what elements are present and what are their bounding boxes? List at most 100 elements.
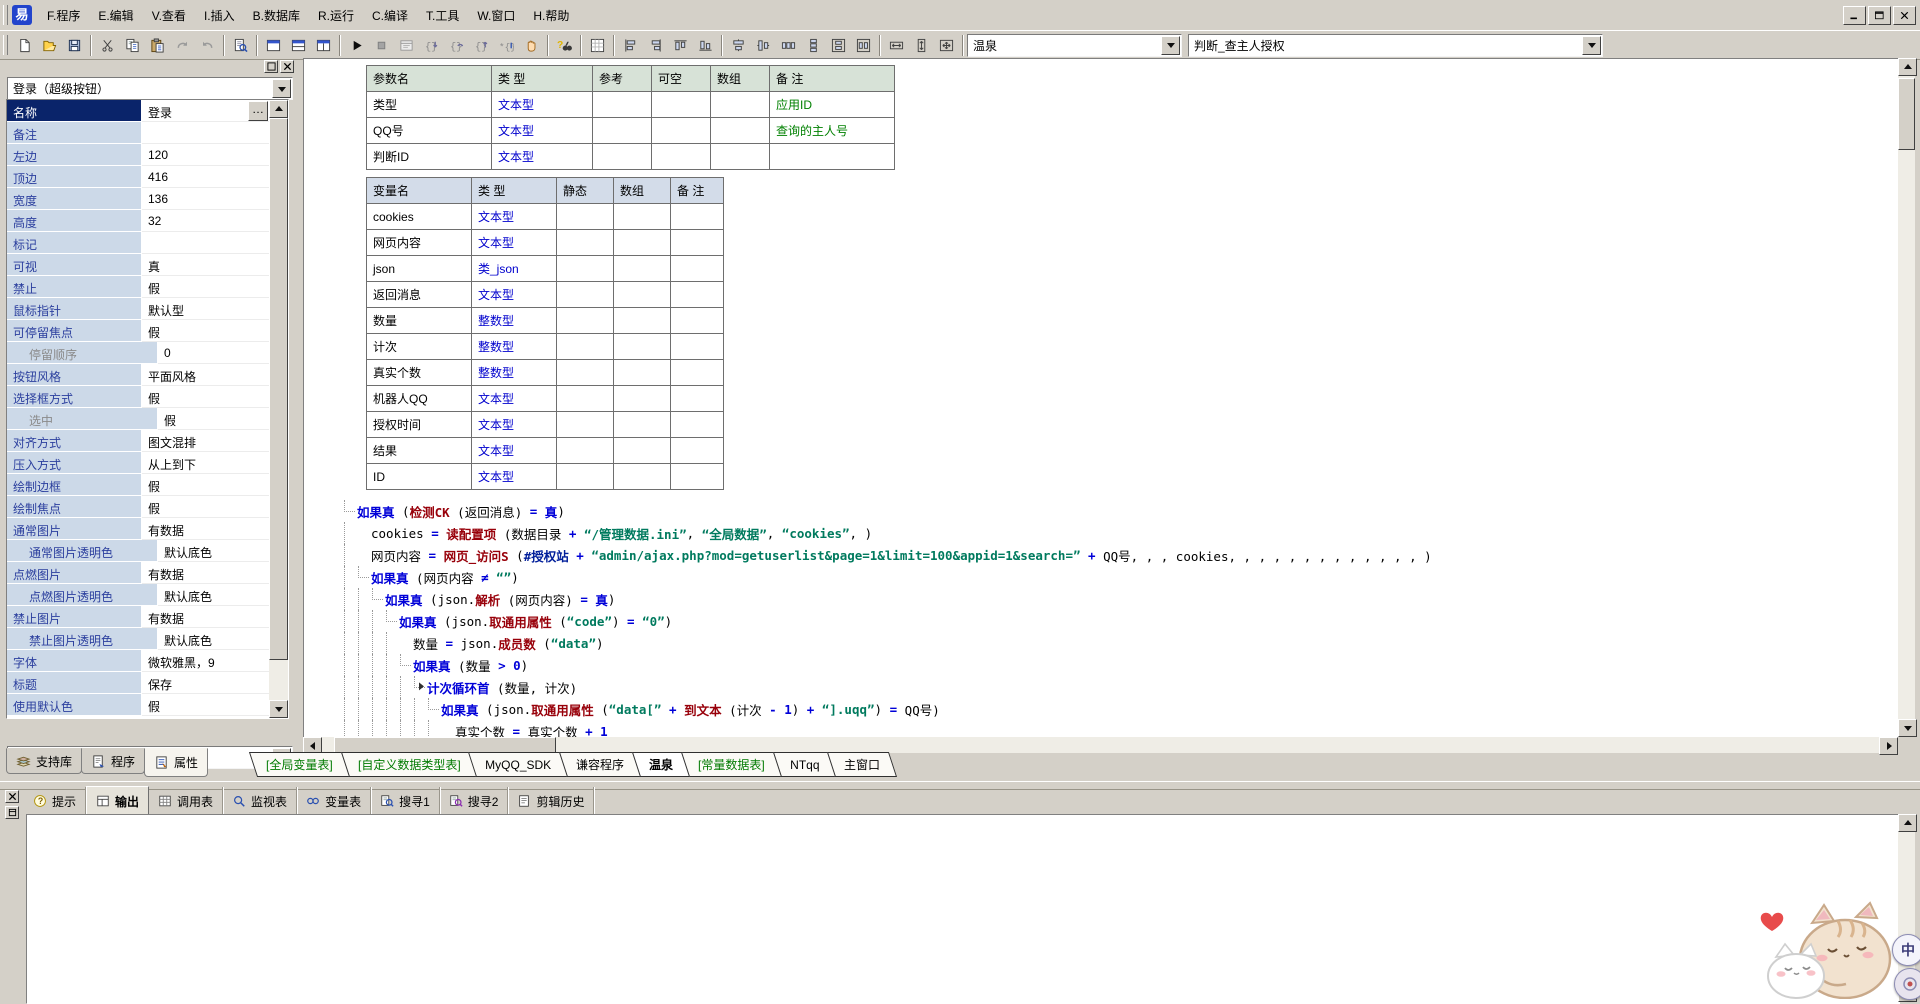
toolbar-grip[interactable] [3,35,8,55]
ime-status-badge[interactable] [1894,968,1920,1000]
table-row[interactable]: 机器人QQ文本型 [367,386,724,412]
table-cell[interactable]: 文本型 [492,118,593,144]
table-cell[interactable]: 计次 [367,334,472,360]
parameter-table[interactable]: 参数名类 型参考可空数组备 注类型文本型应用IDQQ号文本型查询的主人号判断ID… [366,65,895,170]
table-cell[interactable]: 类型 [367,92,492,118]
property-row[interactable]: 通常图片透明色默认底色 [7,540,269,562]
dock-pin-button[interactable] [5,806,19,819]
win-layout-top-button[interactable] [261,34,286,57]
property-row[interactable]: 可停留焦点假 [7,320,269,342]
open-file-button[interactable] [37,34,62,57]
property-value[interactable]: 微软雅黑，9 [142,650,269,672]
property-grid-scrollbar[interactable] [269,100,288,718]
menu-item-5[interactable]: R.运行 [309,3,363,28]
editor-vertical-scrollbar[interactable] [1898,58,1915,737]
scroll-up-button[interactable] [1898,814,1917,832]
variable-table[interactable]: 变量名类 型静态数组备 注cookies文本型网页内容文本型json类_json… [366,177,724,490]
property-value[interactable]: 假 [142,474,269,496]
combo-dropdown-arrow-icon[interactable] [1582,36,1601,55]
menubar-grip[interactable] [3,5,8,25]
menu-item-8[interactable]: W.窗口 [468,3,524,28]
table-cell[interactable] [557,256,614,282]
output-tab-输出[interactable]: 输出 [86,786,149,816]
scroll-thumb[interactable] [334,737,556,753]
table-row[interactable]: cookies文本型 [367,204,724,230]
table-cell[interactable] [711,92,770,118]
win-layout-horizontal-button[interactable] [286,34,311,57]
code-line[interactable]: 网页内容 = 网页_访问S (#授权站 + “admin/ajax.php?mo… [344,544,1899,566]
table-row[interactable]: 计次整数型 [367,334,724,360]
maximize-button[interactable] [1868,6,1891,25]
table-cell[interactable] [557,438,614,464]
property-value[interactable]: 图文混排 [142,430,269,452]
output-tab-变量表[interactable]: 变量表 [297,787,371,815]
property-row[interactable]: 宽度136 [7,188,269,210]
property-value[interactable]: 从上到下 [142,452,269,474]
table-cell[interactable]: 文本型 [472,204,557,230]
file-tab[interactable]: MyQQ_SDK [468,752,568,777]
table-cell[interactable] [593,118,652,144]
table-cell[interactable]: 文本型 [472,282,557,308]
property-value[interactable]: 有数据 [142,562,269,584]
table-cell[interactable]: cookies [367,204,472,230]
property-value[interactable] [142,122,269,144]
table-cell[interactable]: 文本型 [472,438,557,464]
menu-item-6[interactable]: C.编译 [363,3,417,28]
scroll-right-button[interactable] [1879,737,1898,755]
file-tab[interactable]: 谦容程序 [559,752,641,777]
scroll-thumb[interactable] [269,118,288,660]
scroll-down-button[interactable] [269,700,288,718]
property-value[interactable]: 有数据 [142,606,269,628]
table-cell[interactable] [671,360,724,386]
property-row[interactable]: 点燃图片透明色默认底色 [7,584,269,606]
table-row[interactable]: 返回消息文本型 [367,282,724,308]
file-tab[interactable]: [全局变量表] [249,752,350,777]
property-value[interactable]: 默认底色 [158,540,269,562]
table-cell[interactable] [557,204,614,230]
find-button[interactable] [228,34,253,57]
menu-item-9[interactable]: H.帮助 [524,3,578,28]
table-cell[interactable]: 真实个数 [367,360,472,386]
table-cell[interactable] [671,464,724,490]
table-cell[interactable]: 返回消息 [367,282,472,308]
panel-tab-程序[interactable]: 程序 [81,748,145,774]
property-row[interactable]: 通常图片有数据 [7,518,269,540]
table-cell[interactable] [557,334,614,360]
same-size-button[interactable] [934,34,959,57]
object-selector-combo[interactable]: 登录（超级按钮） [7,77,293,100]
combo-dropdown-arrow-icon[interactable] [272,79,291,98]
same-width-button[interactable] [884,34,909,57]
table-cell[interactable]: ID [367,464,472,490]
property-value[interactable]: 假 [142,694,269,716]
dock-close-button[interactable] [5,790,19,803]
output-tab-搜寻1[interactable]: 搜寻1 [371,787,440,815]
property-value[interactable]: 136 [142,188,269,210]
table-cell[interactable] [557,360,614,386]
space-down-button[interactable] [801,34,826,57]
scroll-track[interactable] [269,118,288,700]
subroutine-selector-combo[interactable]: 判断_查主人授权 [1188,34,1603,57]
property-ellipsis-button[interactable]: … [248,101,268,121]
table-cell[interactable]: 整数型 [472,308,557,334]
property-value[interactable]: 保存 [142,672,269,694]
table-cell[interactable]: 判断ID [367,144,492,170]
menu-item-3[interactable]: I.插入 [195,3,244,28]
table-cell[interactable]: 文本型 [472,464,557,490]
property-value[interactable]: 真 [142,254,269,276]
panel-tab-支持库[interactable]: 支持库 [6,748,82,774]
property-row[interactable]: 备注 [7,122,269,144]
menu-item-0[interactable]: F.程序 [38,3,89,28]
table-cell[interactable]: 文本型 [472,386,557,412]
align-bottom-button[interactable] [693,34,718,57]
center-in-form-h-button[interactable] [826,34,851,57]
center-horizontal-button[interactable] [726,34,751,57]
table-cell[interactable]: 整数型 [472,334,557,360]
run-to-cursor-button[interactable]: *{} [494,34,519,57]
center-vertical-button[interactable] [751,34,776,57]
table-cell[interactable]: 查询的主人号 [770,118,895,144]
property-value[interactable]: 假 [158,408,269,430]
space-across-button[interactable] [776,34,801,57]
step-out-button[interactable]: {} [469,34,494,57]
scroll-up-button[interactable] [1898,58,1917,76]
code-editor[interactable]: 参数名类 型参考可空数组备 注类型文本型应用IDQQ号文本型查询的主人号判断ID… [303,58,1899,738]
